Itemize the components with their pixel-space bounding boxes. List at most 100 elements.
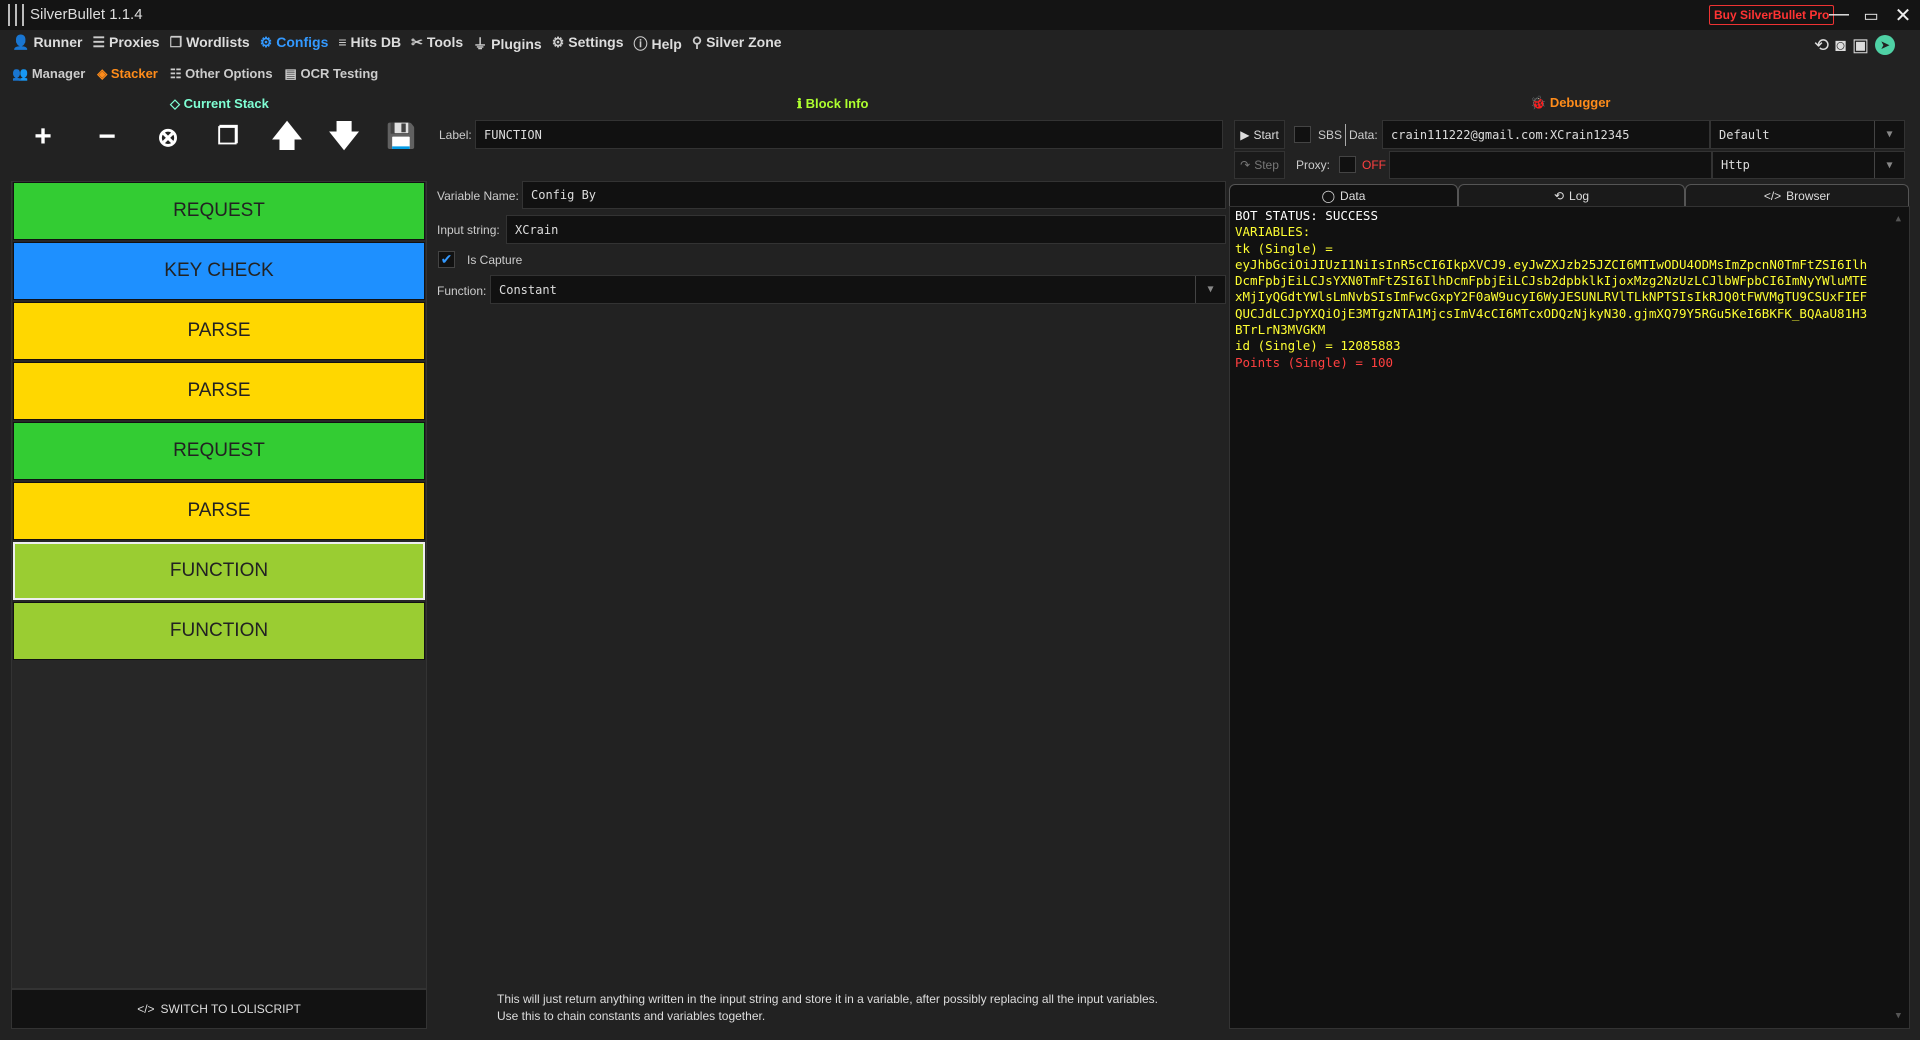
proxy-label: Proxy: [1296,158,1331,172]
function-label: Function: [437,284,487,298]
stack-block[interactable]: PARSE [13,302,425,360]
stack-block[interactable]: REQUEST [13,422,425,480]
clear-blocks-button[interactable]: ⊗ [151,120,185,154]
chevron-down-icon: ▼ [1874,152,1904,178]
app-logo-icon [8,4,24,26]
label-label: Label: [439,128,472,142]
sbs-checkbox[interactable] [1294,126,1311,143]
settings-icon: ⚙ [551,34,565,50]
wordlist-type-select[interactable]: Default ▼ [1710,120,1905,149]
menu-settings[interactable]: ⚙ Settings [552,34,624,54]
buy-pro-button[interactable]: Buy SilverBullet Pro [1709,5,1835,25]
label-input[interactable]: FUNCTION [475,120,1223,149]
menu-silver-zone[interactable]: ⚲ Silver Zone [692,34,782,54]
discord-icon[interactable]: ▣ [1852,35,1869,56]
menu-hits-db[interactable]: ≡ Hits DB [338,34,401,54]
function-description: This will just return anything written i… [497,992,1159,1023]
database-icon: ≡ [338,34,347,50]
stack-block[interactable]: FUNCTION [13,602,425,660]
input-string-label: Input string: [437,223,500,237]
debugger-output: BOT STATUS: SUCCESS VARIABLES: tk (Singl… [1229,206,1910,1029]
proxy-type-select[interactable]: Http ▼ [1712,151,1905,179]
is-capture-checkbox[interactable]: ✔ [438,251,455,268]
menu-runner[interactable]: 👤 Runner [12,34,82,54]
tab-browser[interactable]: </> Browser [1685,184,1909,207]
code-icon: </> [137,1002,155,1016]
input-string-input[interactable]: XCrain [506,215,1226,244]
variable-name-input[interactable]: Config By [522,181,1226,209]
close-icon[interactable]: ✕ [1888,3,1918,28]
sbs-label: SBS [1318,128,1343,142]
menu-wordlists[interactable]: ❐ Wordlists [170,34,250,54]
proxy-input[interactable] [1389,151,1712,179]
data-input[interactable]: crain111222@gmail.com:XCrain12345 [1382,120,1710,149]
window-title: SilverBullet 1.1.4 [30,6,143,23]
submenu-other-options[interactable]: ☷ Other Options [170,66,273,82]
step-button[interactable]: ↷ Step [1234,151,1285,179]
manager-icon: 👥 [12,66,32,81]
function-select[interactable]: Constant ▼ [490,275,1226,304]
history-icon[interactable]: ⟲ [1814,35,1829,56]
stack-block[interactable]: KEY CHECK [13,242,425,300]
camera-icon[interactable]: ◙ [1835,35,1846,56]
chevron-down-icon: ▼ [1195,276,1225,303]
scroll-down-icon[interactable]: ▼ [1896,1008,1901,1024]
menu-tools[interactable]: ✂ Tools [411,34,463,54]
files-icon: ❐ [169,34,183,50]
code-icon: </> [1763,189,1782,203]
main-menu: 👤 Runner ☰ Proxies ❐ Wordlists ⚙ Configs ≡ Hi… [12,34,782,54]
sub-menu: 👥 Manager ◈ Stacker ☷ Other Options ▤ OC… [12,66,378,82]
move-up-button[interactable]: 🡅 [270,120,304,154]
stack-block[interactable]: REQUEST [13,182,425,240]
switch-to-loliscript-button[interactable]: </> SWITCH TO LOLISCRIPT [11,989,427,1029]
save-button[interactable]: 💾 [384,120,418,154]
server-icon: ☰ [92,34,105,50]
pin-icon: ⚲ [691,34,703,50]
clone-block-button[interactable]: ❐ [211,120,245,154]
menu-help[interactable]: ⓘ Help [633,34,681,54]
menu-proxies[interactable]: ☰ Proxies [92,34,159,54]
stack-block[interactable]: PARSE [13,362,425,420]
submenu-stacker[interactable]: ◈ Stacker [97,66,158,82]
proxy-state: OFF [1362,158,1386,172]
maximize-icon[interactable]: ▭ [1856,6,1886,26]
start-button[interactable]: ▶ Start [1234,120,1285,149]
title-bar: SilverBullet 1.1.4 Buy SilverBullet Pro … [0,0,1920,30]
submenu-ocr-testing[interactable]: ▤ OCR Testing [285,66,379,82]
stack-block[interactable]: PARSE [13,482,425,540]
help-icon: ⓘ [633,36,648,52]
tab-log[interactable]: ⟲ Log [1458,184,1685,207]
info-icon: ℹ [797,96,806,111]
bug-icon: 🐞 [1530,95,1550,110]
step-icon: ↷ [1240,158,1251,172]
telegram-icon[interactable]: ➤ [1874,35,1895,55]
gear-icon: ⚙ [259,34,273,50]
add-block-button[interactable]: + [26,120,60,154]
block-info-header: ℹ Block Info [797,96,869,111]
current-stack-header: ◇ Current Stack [170,96,269,111]
plug-icon: ⏚ [473,36,488,52]
debugger-header: 🐞 Debugger [1530,95,1611,110]
scroll-up-icon[interactable]: ▲ [1896,211,1901,227]
menu-plugins[interactable]: ⏚ Plugins [473,34,542,54]
minimize-icon[interactable]: — [1824,3,1854,26]
block-stack: REQUEST KEY CHECK PARSE PARSE REQUEST PARSE FU… [11,181,427,989]
variable-name-label: Variable Name: [437,189,519,203]
remove-block-button[interactable]: − [90,120,124,154]
proxy-checkbox[interactable] [1339,156,1356,173]
is-capture-label: Is Capture [467,253,523,267]
menu-configs[interactable]: ⚙ Configs [260,34,329,54]
tab-data[interactable]: ◯ Data [1229,184,1458,207]
chevron-down-icon: ▼ [1874,121,1904,148]
stack-block[interactable]: FUNCTION [13,542,425,600]
submenu-manager[interactable]: 👥 Manager [12,66,85,82]
data-label: Data: [1349,128,1378,142]
ocr-icon: ▤ [284,66,301,81]
move-down-button[interactable]: 🡇 [327,120,361,154]
stack-icon: ◇ [170,96,184,111]
play-icon: ▶ [1240,127,1250,142]
layers-icon: ◈ [97,66,111,81]
refresh-icon: ◯ [1321,189,1336,203]
sliders-icon: ☷ [169,66,186,81]
user-icon: 👤 [12,34,30,50]
